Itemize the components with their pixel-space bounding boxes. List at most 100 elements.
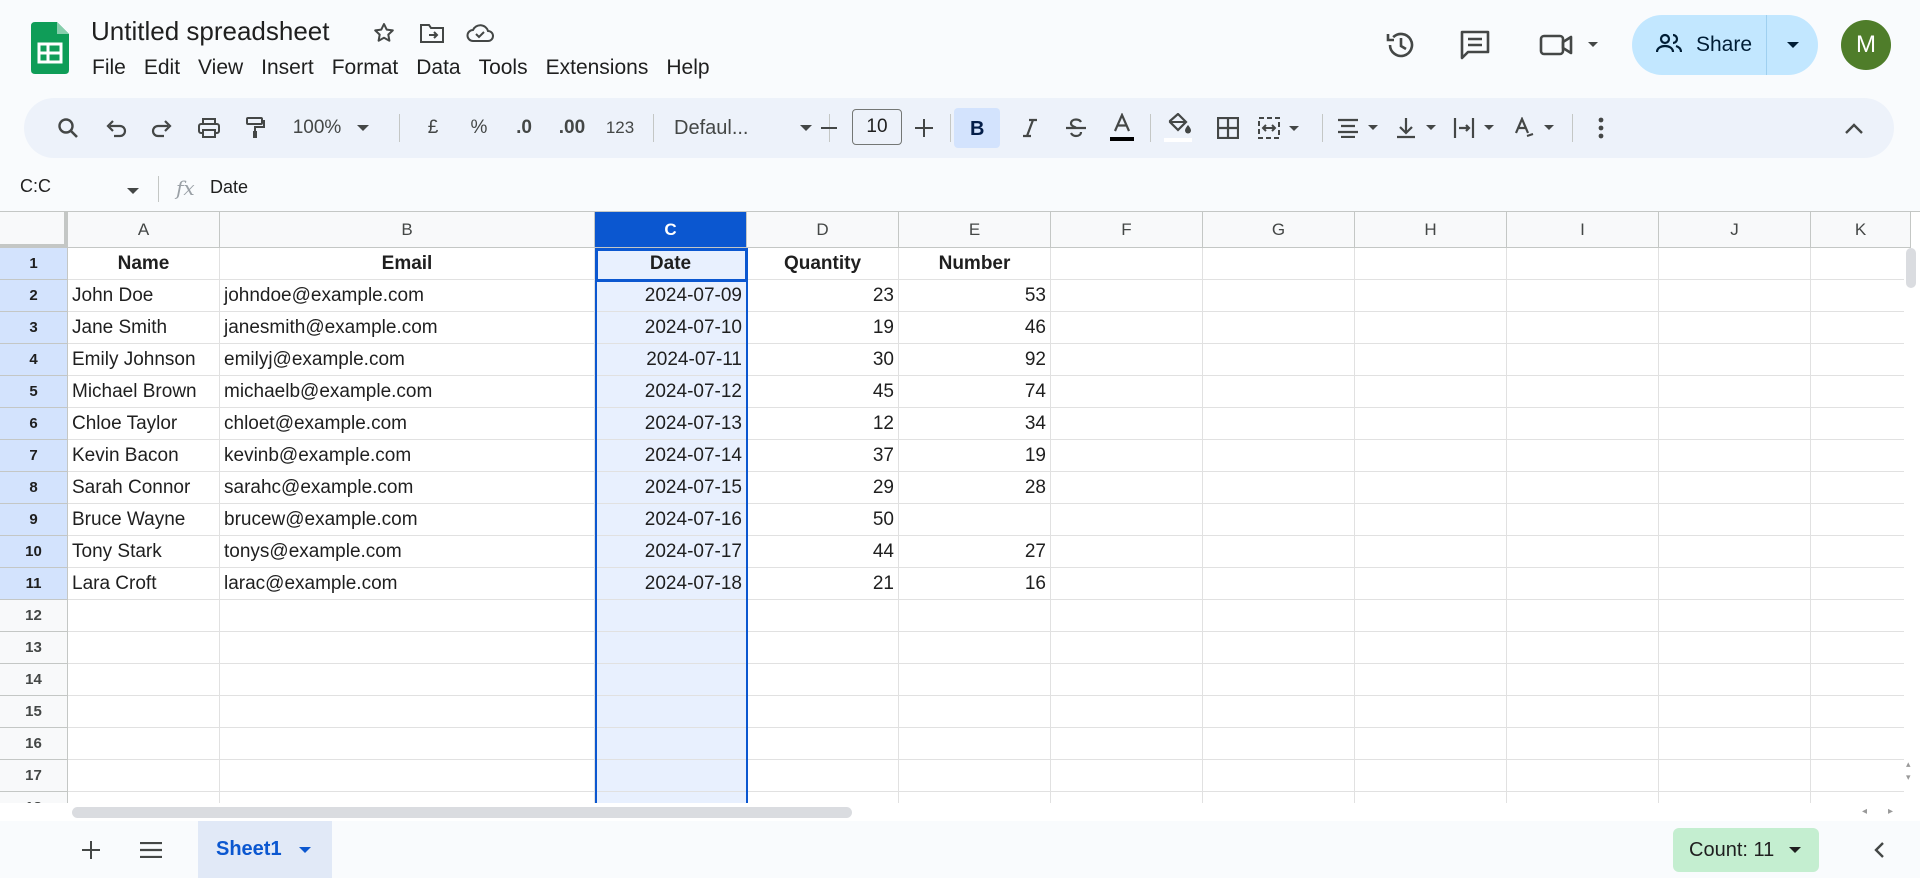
cell-a9[interactable]: Bruce Wayne [68,504,220,536]
cell-g4[interactable] [1203,344,1355,376]
cell-f4[interactable] [1051,344,1203,376]
paint-format-icon[interactable] [237,108,273,148]
cell-h4[interactable] [1355,344,1507,376]
cell-a2[interactable]: John Doe [68,280,220,312]
cell-j9[interactable] [1659,504,1811,536]
cell-c14[interactable] [595,664,747,696]
cell-e17[interactable] [899,760,1051,792]
cell-i15[interactable] [1507,696,1659,728]
cell-j13[interactable] [1659,632,1811,664]
row-header-16[interactable]: 16 [0,728,68,760]
cell-f6[interactable] [1051,408,1203,440]
cell-a6[interactable]: Chloe Taylor [68,408,220,440]
column-header-f[interactable]: F [1051,212,1203,248]
cell-c2[interactable]: 2024-07-09 [595,280,747,312]
cell-a14[interactable] [68,664,220,696]
cell-j14[interactable] [1659,664,1811,696]
menu-file[interactable]: File [92,54,135,82]
cell-e12[interactable] [899,600,1051,632]
column-header-d[interactable]: D [747,212,899,248]
row-header-2[interactable]: 2 [0,280,68,312]
column-header-a[interactable]: A [68,212,220,248]
menu-edit[interactable]: Edit [135,54,189,82]
cell-g2[interactable] [1203,280,1355,312]
cell-e11[interactable]: 16 [899,568,1051,600]
cell-i1[interactable] [1507,248,1659,280]
cell-b11[interactable]: larac@example.com [220,568,595,600]
cell-g6[interactable] [1203,408,1355,440]
cell-f14[interactable] [1051,664,1203,696]
cell-h1[interactable] [1355,248,1507,280]
cell-i10[interactable] [1507,536,1659,568]
side-panel-toggle-icon[interactable] [1862,833,1896,867]
column-header-i[interactable]: I [1507,212,1659,248]
text-color-icon[interactable] [1102,108,1142,148]
cell-b8[interactable]: sarahc@example.com [220,472,595,504]
column-header-b[interactable]: B [220,212,595,248]
cell-c12[interactable] [595,600,747,632]
search-menus-icon[interactable] [50,108,86,148]
cell-i12[interactable] [1507,600,1659,632]
row-header-14[interactable]: 14 [0,664,68,696]
comments-icon[interactable] [1454,25,1496,65]
cell-d17[interactable] [747,760,899,792]
cell-j4[interactable] [1659,344,1811,376]
row-header-5[interactable]: 5 [0,376,68,408]
row-header-18[interactable]: 18 [0,792,68,803]
row-header-12[interactable]: 12 [0,600,68,632]
cell-c13[interactable] [595,632,747,664]
row-header-13[interactable]: 13 [0,632,68,664]
cell-g11[interactable] [1203,568,1355,600]
name-box[interactable]: C:C [20,176,51,197]
chevron-down-icon[interactable] [126,182,140,200]
cell-k6[interactable] [1811,408,1911,440]
cell-a5[interactable]: Michael Brown [68,376,220,408]
row-header-17[interactable]: 17 [0,760,68,792]
cell-h5[interactable] [1355,376,1507,408]
cell-j5[interactable] [1659,376,1811,408]
star-icon[interactable] [369,18,399,48]
cell-b17[interactable] [220,760,595,792]
cell-e16[interactable] [899,728,1051,760]
cell-c10[interactable]: 2024-07-17 [595,536,747,568]
cell-f5[interactable] [1051,376,1203,408]
cell-j12[interactable] [1659,600,1811,632]
increase-decimal-button[interactable]: .00 [552,108,592,148]
cell-e7[interactable]: 19 [899,440,1051,472]
cell-g1[interactable] [1203,248,1355,280]
cell-d16[interactable] [747,728,899,760]
cell-c11[interactable]: 2024-07-18 [595,568,747,600]
cell-g5[interactable] [1203,376,1355,408]
cell-e2[interactable]: 53 [899,280,1051,312]
cell-i9[interactable] [1507,504,1659,536]
version-history-icon[interactable] [1380,25,1422,65]
cell-f13[interactable] [1051,632,1203,664]
cell-i11[interactable] [1507,568,1659,600]
cell-i7[interactable] [1507,440,1659,472]
cell-j7[interactable] [1659,440,1811,472]
cell-d9[interactable]: 50 [747,504,899,536]
cell-d14[interactable] [747,664,899,696]
italic-icon[interactable] [1012,108,1048,148]
cell-i14[interactable] [1507,664,1659,696]
merge-cells-icon[interactable] [1254,108,1304,148]
scroll-left-arrow-icon[interactable]: ◂ [1862,806,1867,817]
cell-f11[interactable] [1051,568,1203,600]
text-rotation-icon[interactable] [1510,108,1560,148]
row-header-15[interactable]: 15 [0,696,68,728]
percent-format-button[interactable]: % [462,108,496,148]
cell-a10[interactable]: Tony Stark [68,536,220,568]
cell-f15[interactable] [1051,696,1203,728]
cell-i16[interactable] [1507,728,1659,760]
cell-j15[interactable] [1659,696,1811,728]
cell-e15[interactable] [899,696,1051,728]
menu-data[interactable]: Data [407,54,469,82]
cell-g3[interactable] [1203,312,1355,344]
cell-b12[interactable] [220,600,595,632]
cell-j17[interactable] [1659,760,1811,792]
cell-g16[interactable] [1203,728,1355,760]
more-formats-button[interactable]: 123 [600,108,640,148]
cell-b7[interactable]: kevinb@example.com [220,440,595,472]
cell-k5[interactable] [1811,376,1911,408]
spreadsheet-grid[interactable]: ABCDEFGHIJK 123456789101112131415161718 … [0,211,1920,803]
